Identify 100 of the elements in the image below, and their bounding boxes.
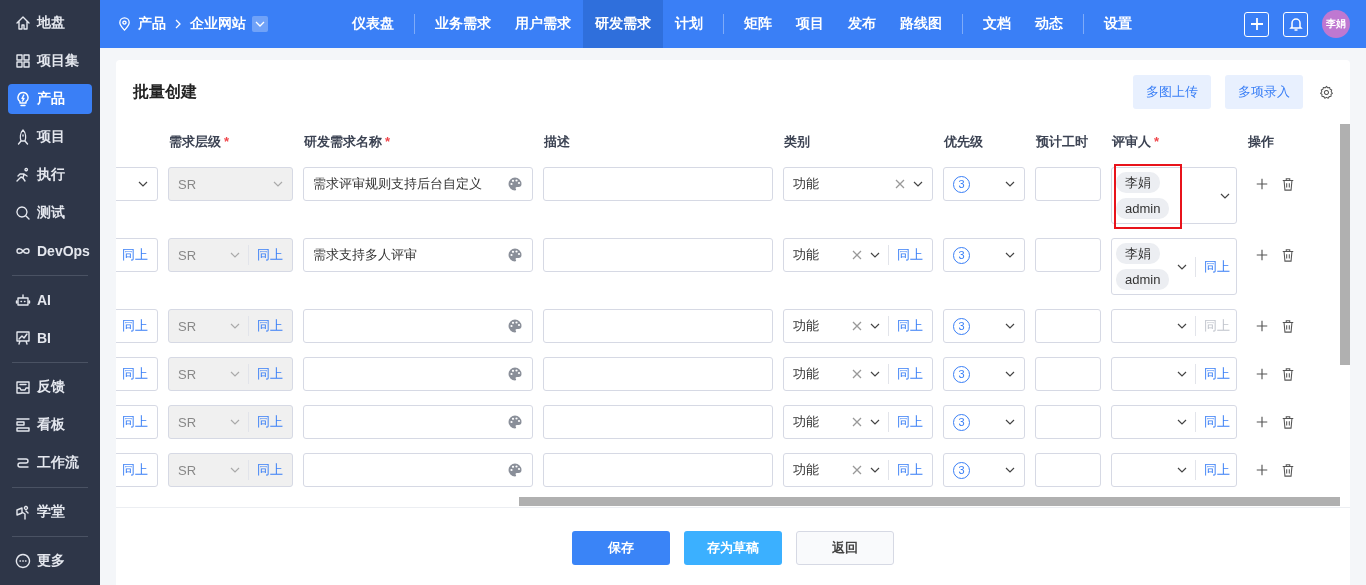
required-mark: * xyxy=(385,134,391,149)
select-value: 功能 xyxy=(793,365,820,383)
sidebar-item[interactable]: 反馈 xyxy=(8,372,92,402)
input-value: 需求支持多人评审 xyxy=(313,246,418,264)
column-header: 操作 xyxy=(1248,134,1274,149)
reviewer-select[interactable]: 同上 xyxy=(1111,453,1237,487)
priority-select[interactable]: 3 xyxy=(943,167,1025,201)
sidebar-label: 工作流 xyxy=(37,454,79,472)
action-button[interactable]: 多项录入 xyxy=(1225,75,1303,109)
nav-tab[interactable]: 仪表盘 xyxy=(340,0,406,48)
sidebar-item[interactable]: AI xyxy=(8,285,92,315)
form-button[interactable]: 保存 xyxy=(572,531,670,565)
nav-tab[interactable]: 路线图 xyxy=(888,0,954,48)
same-as-above-link[interactable]: 同上 xyxy=(888,316,923,336)
same-as-above-link[interactable]: 同上 xyxy=(1195,256,1230,277)
sidebar-item[interactable]: 学堂 xyxy=(8,497,92,527)
reviewer-select[interactable]: 同上 xyxy=(1111,357,1237,391)
name-input[interactable]: 需求支持多人评审 xyxy=(303,238,533,272)
select-value: 功能 xyxy=(793,461,820,479)
input-value: 需求评审规则支持后台自定义 xyxy=(313,175,483,193)
column-header: 研发需求名称 xyxy=(304,134,382,149)
same-as-above-link[interactable]: 同上 xyxy=(116,245,148,265)
same-as-above-link[interactable]: 同上 xyxy=(116,412,148,432)
sidebar-item[interactable]: 工作流 xyxy=(8,448,92,478)
same-as-above-link[interactable]: 同上 xyxy=(888,460,923,480)
column-header: 预计工时 xyxy=(1036,134,1088,149)
category-select[interactable]: 功能 同上 xyxy=(783,357,933,391)
sidebar-label: 学堂 xyxy=(37,503,65,521)
form-button[interactable]: 存为草稿 xyxy=(684,531,782,565)
same-as-above-link[interactable]: 同上 xyxy=(1195,412,1230,432)
nav-tab[interactable]: 动态 xyxy=(1023,0,1075,48)
reviewer-select[interactable]: 同上 xyxy=(1111,405,1237,439)
sidebar-item[interactable]: 执行 xyxy=(8,160,92,190)
same-as-above-link[interactable]: 同上 xyxy=(116,364,148,384)
same-as-above-link[interactable]: 同上 xyxy=(116,316,148,336)
sidebar-label: 看板 xyxy=(37,416,65,434)
nav-tab[interactable]: 项目 xyxy=(784,0,836,48)
nav-tab[interactable]: 业务需求 xyxy=(423,0,503,48)
select-value: SR xyxy=(178,176,198,192)
nav-tab[interactable]: 矩阵 xyxy=(732,0,784,48)
user-avatar[interactable]: 李娟 xyxy=(1322,10,1350,38)
priority-select[interactable]: 3 xyxy=(943,238,1025,272)
sidebar-item[interactable]: 项目 xyxy=(8,122,92,152)
same-as-above-link[interactable]: 同上 xyxy=(116,460,148,480)
same-as-above-link[interactable]: 同上 xyxy=(1195,364,1230,384)
sidebar-label: 反馈 xyxy=(37,378,65,396)
sidebar-item[interactable]: DevOps xyxy=(8,236,92,266)
nav-tab[interactable]: 用户需求 xyxy=(503,0,583,48)
select-value: SR xyxy=(178,462,198,478)
category-select[interactable]: 功能 同上 xyxy=(783,238,933,272)
select-value: SR xyxy=(178,247,198,263)
select-field[interactable]: 同上 xyxy=(116,238,158,272)
category-select[interactable]: 功能 同上 xyxy=(783,453,933,487)
same-as-above-link[interactable]: 同上 xyxy=(1195,460,1230,480)
select-value: SR xyxy=(178,414,198,430)
form-button[interactable]: 返回 xyxy=(796,531,894,565)
select-value: 功能 xyxy=(793,413,820,431)
sidebar-item[interactable]: 测试 xyxy=(8,198,92,228)
same-as-above-link[interactable]: 同上 xyxy=(888,412,923,432)
category-select[interactable]: 功能 xyxy=(783,167,933,201)
same-as-above-link[interactable]: 同上 xyxy=(888,364,923,384)
nav-tab[interactable]: 计划 xyxy=(663,0,715,48)
sidebar-item[interactable]: 更多 xyxy=(8,546,92,576)
priority-select[interactable]: 3 xyxy=(943,453,1025,487)
nav-tab[interactable]: 文档 xyxy=(971,0,1023,48)
sidebar-label: 执行 xyxy=(37,166,65,184)
sidebar-item[interactable]: 看板 xyxy=(8,410,92,440)
select-field[interactable]: 同上 xyxy=(116,309,158,343)
priority-select[interactable]: 3 xyxy=(943,405,1025,439)
sidebar-label: 项目 xyxy=(37,128,65,146)
reviewer-select[interactable]: 李娟 admin 同上 xyxy=(1111,238,1237,295)
sidebar-item[interactable]: 地盘 xyxy=(8,8,92,38)
sidebar-item[interactable]: 项目集 xyxy=(8,46,92,76)
category-select[interactable]: 功能 同上 xyxy=(783,309,933,343)
sidebar-label: 项目集 xyxy=(37,52,79,70)
page-title: 批量创建 xyxy=(133,81,197,102)
select-field[interactable]: 同上 xyxy=(116,453,158,487)
select-field[interactable]: 同上 xyxy=(116,405,158,439)
column-header: 需求层级 xyxy=(169,134,221,149)
same-as-above-link[interactable]: 同上 xyxy=(888,245,923,265)
select-field[interactable]: 同上 xyxy=(116,357,158,391)
nav-tab[interactable]: 研发需求 xyxy=(583,0,663,48)
nav-tab[interactable]: 设置 xyxy=(1092,0,1144,48)
select-value: SR xyxy=(178,366,198,382)
required-mark: * xyxy=(224,134,230,149)
select-value: SR xyxy=(178,318,198,334)
name-input[interactable]: 需求评审规则支持后台自定义 xyxy=(303,167,533,201)
sidebar-label: DevOps xyxy=(37,243,90,259)
sidebar-label: 测试 xyxy=(37,204,65,222)
sidebar-item[interactable]: 产品 xyxy=(8,84,92,114)
action-button[interactable]: 多图上传 xyxy=(1133,75,1211,109)
sidebar-item[interactable]: BI xyxy=(8,323,92,353)
nav-tab[interactable]: 发布 xyxy=(836,0,888,48)
priority-select[interactable]: 3 xyxy=(943,309,1025,343)
reviewer-tag: 李娟 xyxy=(1116,243,1160,264)
breadcrumb-current: 企业网站 xyxy=(190,15,246,33)
category-select[interactable]: 功能 同上 xyxy=(783,405,933,439)
breadcrumb-link[interactable]: 产品 xyxy=(138,15,166,33)
priority-select[interactable]: 3 xyxy=(943,357,1025,391)
sidebar-label: 产品 xyxy=(37,90,65,108)
